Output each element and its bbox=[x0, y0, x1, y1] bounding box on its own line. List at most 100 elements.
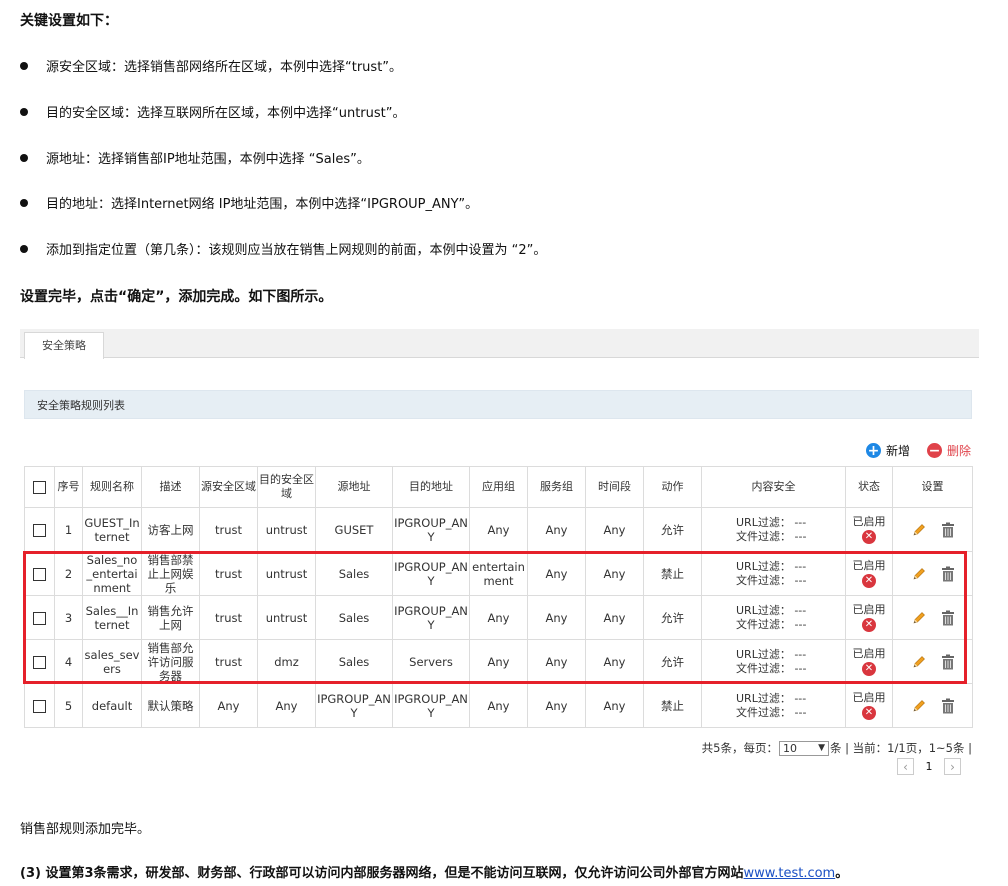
page-controls: ‹ 1 › bbox=[897, 758, 961, 775]
table-row[interactable]: 1 GUEST_Internet 访客上网 trust untrust GUSET IPGR… bbox=[24, 507, 973, 552]
rule-no: 4 bbox=[54, 639, 83, 684]
rule-src-addr: Sales bbox=[315, 595, 393, 640]
rule-status: 已启用 ✕ bbox=[845, 683, 893, 728]
trash-icon[interactable] bbox=[941, 566, 955, 582]
rule-name: sales_severs bbox=[82, 639, 142, 684]
rule-settings bbox=[892, 639, 973, 684]
rule-action: 禁止 bbox=[643, 551, 702, 596]
rule-src-addr: GUSET bbox=[315, 507, 393, 552]
table-row[interactable]: 5 default 默认策略 Any Any IPGROUP_ANY IPGROUP_ANY… bbox=[24, 683, 973, 728]
pencil-icon[interactable] bbox=[911, 654, 927, 670]
rule-service: Any bbox=[527, 683, 586, 728]
bullet-item: 源地址：选择销售部IP地址范围，本例中选择 “Sales”。 bbox=[20, 148, 370, 167]
rule-settings bbox=[892, 551, 973, 596]
row-checkbox[interactable] bbox=[33, 523, 46, 537]
rule-dst-addr: IPGROUP_ANY bbox=[392, 595, 470, 640]
table-row[interactable]: 2 Sales_no_entertainment 销售部禁止上网娱乐 trust unt… bbox=[24, 551, 973, 596]
pencil-icon[interactable] bbox=[911, 566, 927, 582]
rule-desc: 销售部允许访问服务器 bbox=[141, 639, 200, 684]
next-page-button[interactable]: › bbox=[944, 758, 961, 775]
section-heading: 关键设置如下： bbox=[20, 13, 118, 29]
add-label: 新增 bbox=[886, 444, 911, 458]
rule-name: Sales__Internet bbox=[82, 595, 142, 640]
rule-no: 1 bbox=[54, 507, 83, 552]
rule-settings bbox=[892, 683, 973, 728]
rule-no: 3 bbox=[54, 595, 83, 640]
dropdown-arrow-icon: ▼ bbox=[818, 743, 825, 753]
rule-time: Any bbox=[585, 683, 644, 728]
select-all-checkbox[interactable] bbox=[33, 480, 46, 494]
x-circle-icon[interactable]: ✕ bbox=[862, 574, 876, 588]
bullet-dot-icon bbox=[20, 107, 28, 116]
rule-no: 5 bbox=[54, 683, 83, 728]
bullet-dot-icon bbox=[20, 153, 28, 162]
rule-status: 已启用 ✕ bbox=[845, 595, 893, 640]
rule-desc: 销售允许上网 bbox=[141, 595, 200, 640]
row-checkbox[interactable] bbox=[33, 655, 46, 669]
rule-desc: 销售部禁止上网娱乐 bbox=[141, 551, 200, 596]
bullet-item: 添加到指定位置（第几条）：该规则应当放在销售上网规则的前面，本例中设置为 “2”… bbox=[20, 239, 546, 258]
row-checkbox[interactable] bbox=[33, 699, 46, 713]
rule-action: 允许 bbox=[643, 507, 702, 552]
trash-icon[interactable] bbox=[941, 522, 955, 538]
delete-button[interactable]: − 删除 bbox=[927, 442, 971, 459]
pencil-icon[interactable] bbox=[911, 610, 927, 626]
col-header-time: 时间段 bbox=[585, 466, 644, 508]
rule-app: Any bbox=[469, 683, 528, 728]
trash-icon[interactable] bbox=[941, 654, 955, 670]
step3-paragraph: (3) 设置第3条需求，研发部、财务部、行政部可以访问内部服务器网络，但是不能访… bbox=[20, 866, 849, 881]
rule-src-zone: trust bbox=[199, 551, 258, 596]
trash-icon[interactable] bbox=[941, 698, 955, 714]
bullet-dot-icon bbox=[20, 244, 28, 253]
rule-desc: 默认策略 bbox=[141, 683, 200, 728]
rule-settings bbox=[892, 595, 973, 640]
rule-src-addr: IPGROUP_ANY bbox=[315, 683, 393, 728]
tab-bar: 安全策略 bbox=[20, 329, 979, 359]
rule-app: entertainment bbox=[469, 551, 528, 596]
rule-src-addr: Sales bbox=[315, 639, 393, 684]
rule-settings bbox=[892, 507, 973, 552]
rule-action: 禁止 bbox=[643, 683, 702, 728]
add-button[interactable]: + 新增 bbox=[866, 442, 910, 459]
per-page-select[interactable]: 10 ▼ bbox=[779, 740, 829, 756]
x-circle-icon[interactable]: ✕ bbox=[862, 618, 876, 632]
row-select-cell bbox=[24, 595, 55, 640]
rule-status: 已启用 ✕ bbox=[845, 507, 893, 552]
rule-list-title: 安全策略规则列表 bbox=[37, 399, 125, 412]
row-checkbox[interactable] bbox=[33, 567, 46, 581]
rule-app: Any bbox=[469, 639, 528, 684]
chevron-left-icon: ‹ bbox=[903, 759, 908, 774]
x-circle-icon[interactable]: ✕ bbox=[862, 662, 876, 676]
rule-service: Any bbox=[527, 595, 586, 640]
col-header-src-addr: 源地址 bbox=[315, 466, 393, 508]
finish-paragraph: 销售部规则添加完毕。 bbox=[20, 822, 151, 837]
rule-name: GUEST_Internet bbox=[82, 507, 142, 552]
rule-time: Any bbox=[585, 595, 644, 640]
col-header-service: 服务组 bbox=[527, 466, 586, 508]
table-row[interactable]: 3 Sales__Internet 销售允许上网 trust untrust Sales I… bbox=[24, 595, 973, 640]
row-checkbox[interactable] bbox=[33, 611, 46, 625]
rule-action: 允许 bbox=[643, 595, 702, 640]
x-circle-icon[interactable]: ✕ bbox=[862, 706, 876, 720]
bullet-item: 目的地址：选择Internet网络 IP地址范围，本例中选择“IPGROUP_A… bbox=[20, 193, 478, 212]
trash-icon[interactable] bbox=[941, 610, 955, 626]
bullet-item: 目的安全区域：选择互联网所在区域，本例中选择“untrust”。 bbox=[20, 102, 406, 121]
rule-src-addr: Sales bbox=[315, 551, 393, 596]
pencil-icon[interactable] bbox=[911, 522, 927, 538]
current-page-number[interactable]: 1 bbox=[914, 760, 944, 773]
prev-page-button[interactable]: ‹ bbox=[897, 758, 914, 775]
rule-dst-addr: IPGROUP_ANY bbox=[392, 551, 470, 596]
col-header-desc: 描述 bbox=[141, 466, 200, 508]
table-row[interactable]: 4 sales_severs 销售部允许访问服务器 trust dmz Sales Serv… bbox=[24, 639, 973, 684]
col-header-src-zone: 源安全区域 bbox=[199, 466, 258, 508]
add-circle-icon: + bbox=[866, 442, 881, 459]
pencil-icon[interactable] bbox=[911, 698, 927, 714]
tab-security-policy[interactable]: 安全策略 bbox=[24, 332, 104, 359]
rule-name: Sales_no_entertainment bbox=[82, 551, 142, 596]
done-paragraph: 设置完毕，点击“确定”，添加完成。如下图所示。 bbox=[20, 289, 333, 305]
rule-content-security: URL过滤： --- 文件过滤： --- bbox=[701, 507, 846, 552]
rule-src-zone: trust bbox=[199, 639, 258, 684]
official-site-link[interactable]: www.test.com bbox=[744, 866, 836, 881]
chevron-right-icon: › bbox=[950, 759, 955, 774]
x-circle-icon[interactable]: ✕ bbox=[862, 530, 876, 544]
